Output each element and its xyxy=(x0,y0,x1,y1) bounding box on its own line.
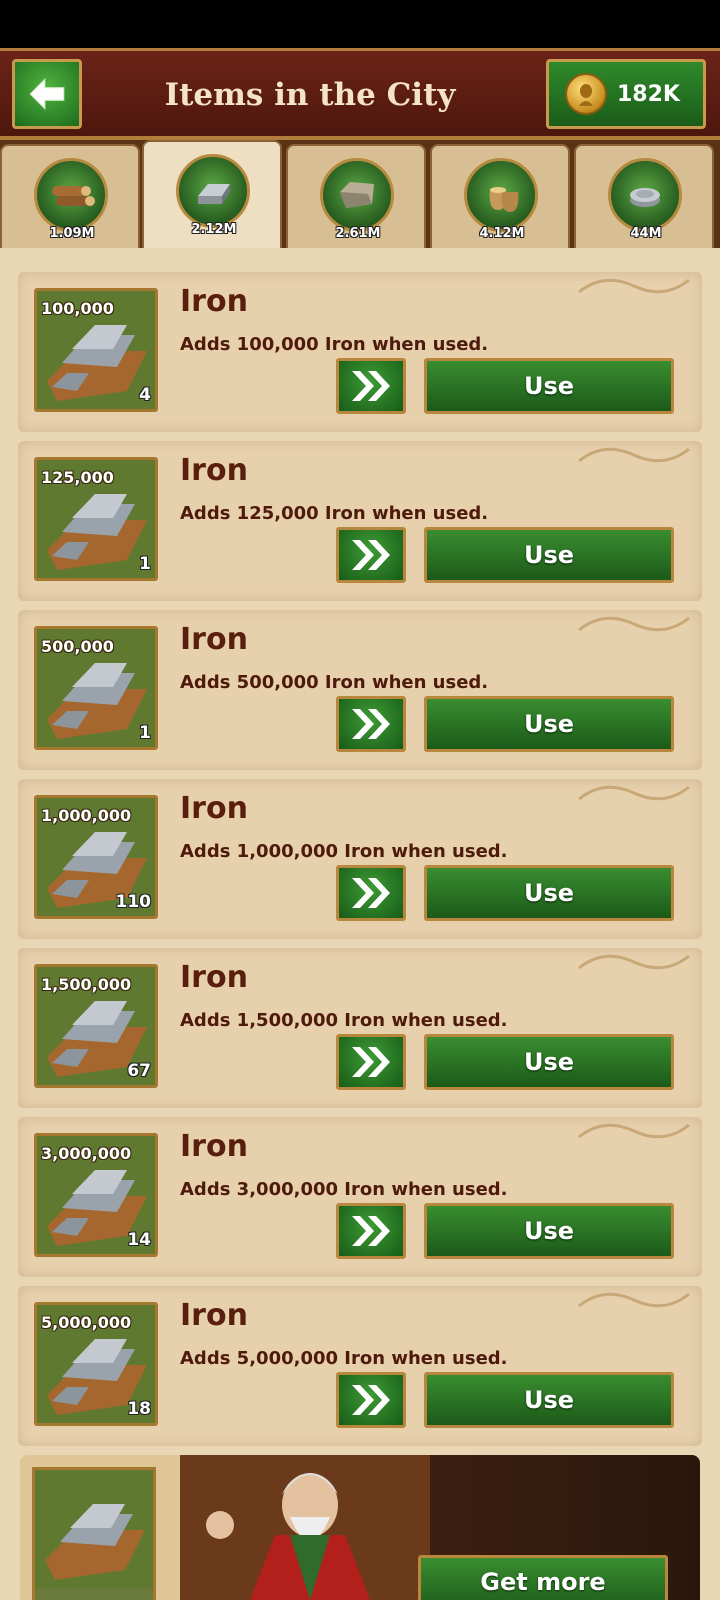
merchant-illustration xyxy=(180,1455,430,1600)
item-count: 1 xyxy=(139,723,151,743)
page-title: Items in the City xyxy=(164,77,456,113)
iron-bars-icon xyxy=(35,1470,153,1588)
item-amount: 100,000 xyxy=(41,299,114,318)
item-description: Adds 5,000,000 Iron when used. xyxy=(180,1348,508,1369)
tab-iron[interactable]: 2.12M xyxy=(142,140,282,248)
header-bar: Items in the City 182K xyxy=(0,48,720,140)
item-title: Iron xyxy=(180,453,248,488)
item-count: 1 xyxy=(139,554,151,574)
gold-coin-icon xyxy=(565,73,607,115)
tab-wood-value: 1.09M xyxy=(49,226,95,241)
item-count: 67 xyxy=(127,1061,151,1081)
item-amount: 1,000,000 xyxy=(41,806,132,825)
ornament-swirl xyxy=(578,1292,690,1308)
item-title: Iron xyxy=(180,960,248,995)
use-multiple-button[interactable] xyxy=(336,1034,406,1090)
ornament-swirl xyxy=(578,785,690,801)
list-item: 5,000,000 18 Iron Adds 5,000,000 Iron wh… xyxy=(18,1286,702,1446)
item-description: Adds 125,000 Iron when used. xyxy=(180,503,489,524)
use-multiple-button[interactable] xyxy=(336,696,406,752)
tab-stone-value: 2.61M xyxy=(335,226,381,241)
get-more-banner: Get more xyxy=(20,1455,700,1600)
tab-wood[interactable]: 1.09M xyxy=(0,144,140,248)
ornament-swirl xyxy=(578,1123,690,1139)
use-multiple-button[interactable] xyxy=(336,1203,406,1259)
ornament-swirl xyxy=(578,954,690,970)
item-amount: 125,000 xyxy=(41,468,114,487)
item-amount: 3,000,000 xyxy=(41,1144,132,1163)
item-description: Adds 100,000 Iron when used. xyxy=(180,334,489,355)
use-multiple-button[interactable] xyxy=(336,1372,406,1428)
double-chevron-icon xyxy=(352,1385,390,1415)
use-button[interactable]: Use xyxy=(424,1034,674,1090)
item-amount: 1,500,000 xyxy=(41,975,132,994)
grain-sack-icon xyxy=(464,158,538,232)
item-thumbnail xyxy=(32,1467,156,1600)
back-button[interactable] xyxy=(12,59,82,129)
tab-silver[interactable]: 44M xyxy=(574,144,714,248)
ornament-swirl xyxy=(578,616,690,632)
item-thumbnail: 500,000 1 xyxy=(34,626,158,750)
list-item: 1,000,000 110 Iron Adds 1,000,000 Iron w… xyxy=(18,779,702,939)
gold-amount: 182K xyxy=(617,81,680,107)
item-title: Iron xyxy=(180,1298,248,1333)
double-chevron-icon xyxy=(352,878,390,908)
tab-food[interactable]: 4.12M xyxy=(430,144,570,248)
item-title: Iron xyxy=(180,791,248,826)
item-thumbnail: 125,000 1 xyxy=(34,457,158,581)
resource-tabs: 1.09M 2.12M 2.61M 4.12M 44M xyxy=(0,140,720,248)
use-multiple-button[interactable] xyxy=(336,527,406,583)
tab-stone[interactable]: 2.61M xyxy=(286,144,426,248)
stone-block-icon xyxy=(320,158,394,232)
double-chevron-icon xyxy=(352,1216,390,1246)
tab-silver-value: 44M xyxy=(630,226,662,241)
use-button[interactable]: Use xyxy=(424,358,674,414)
use-button[interactable]: Use xyxy=(424,1203,674,1259)
list-item: 1,500,000 67 Iron Adds 1,500,000 Iron wh… xyxy=(18,948,702,1108)
wood-logs-icon xyxy=(34,158,108,232)
use-multiple-button[interactable] xyxy=(336,865,406,921)
item-count: 14 xyxy=(127,1230,151,1250)
item-amount: 5,000,000 xyxy=(41,1313,132,1332)
item-count: 110 xyxy=(115,892,152,912)
item-title: Iron xyxy=(180,622,248,657)
arrow-left-icon xyxy=(29,78,65,110)
item-title: Iron xyxy=(180,284,248,319)
get-more-button[interactable]: Get more xyxy=(418,1555,668,1600)
item-thumbnail: 5,000,000 18 xyxy=(34,1302,158,1426)
item-description: Adds 1,000,000 Iron when used. xyxy=(180,841,508,862)
double-chevron-icon xyxy=(352,709,390,739)
list-item: 100,000 4 Iron Adds 100,000 Iron when us… xyxy=(18,272,702,432)
item-description: Adds 1,500,000 Iron when used. xyxy=(180,1010,508,1031)
tab-food-value: 4.12M xyxy=(479,226,525,241)
item-title: Iron xyxy=(180,1129,248,1164)
list-item: 3,000,000 14 Iron Adds 3,000,000 Iron wh… xyxy=(18,1117,702,1277)
item-description: Adds 3,000,000 Iron when used. xyxy=(180,1179,508,1200)
item-description: Adds 500,000 Iron when used. xyxy=(180,672,489,693)
item-count: 18 xyxy=(127,1399,151,1419)
list-item: 500,000 1 Iron Adds 500,000 Iron when us… xyxy=(18,610,702,770)
tab-iron-value: 2.12M xyxy=(191,222,237,237)
use-button[interactable]: Use xyxy=(424,865,674,921)
ornament-swirl xyxy=(578,447,690,463)
iron-ingot-icon xyxy=(176,154,250,228)
list-item: 125,000 1 Iron Adds 125,000 Iron when us… xyxy=(18,441,702,601)
item-thumbnail: 1,000,000 110 xyxy=(34,795,158,919)
silver-coins-icon xyxy=(608,158,682,232)
item-thumbnail: 100,000 4 xyxy=(34,288,158,412)
item-amount: 500,000 xyxy=(41,637,114,656)
double-chevron-icon xyxy=(352,371,390,401)
ornament-swirl xyxy=(578,278,690,294)
double-chevron-icon xyxy=(352,540,390,570)
use-button[interactable]: Use xyxy=(424,527,674,583)
use-button[interactable]: Use xyxy=(424,1372,674,1428)
gold-balance-button[interactable]: 182K xyxy=(546,59,706,129)
use-button[interactable]: Use xyxy=(424,696,674,752)
double-chevron-icon xyxy=(352,1047,390,1077)
item-count: 4 xyxy=(139,385,151,405)
item-thumbnail: 3,000,000 14 xyxy=(34,1133,158,1257)
status-bar xyxy=(0,0,720,48)
use-multiple-button[interactable] xyxy=(336,358,406,414)
item-thumbnail: 1,500,000 67 xyxy=(34,964,158,1088)
